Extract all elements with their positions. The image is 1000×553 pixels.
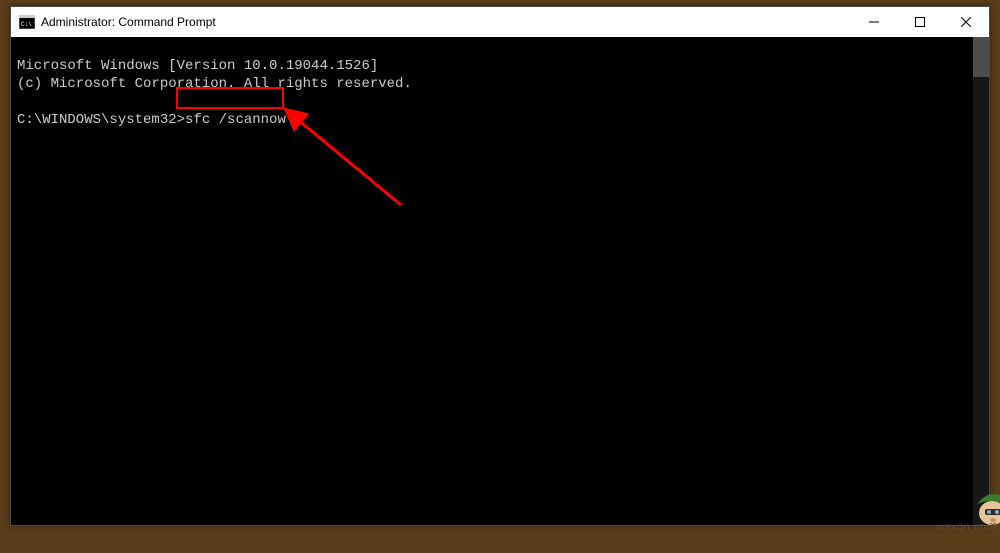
command-prompt-window: C:\ Administrator: Command Prompt Micros… — [10, 6, 990, 526]
terminal-line-version: Microsoft Windows [Version 10.0.19044.15… — [17, 58, 378, 74]
annotation-arrow — [281, 105, 411, 215]
mascot-icon — [921, 469, 963, 511]
scrollbar-thumb[interactable] — [973, 37, 989, 77]
window-controls — [851, 7, 989, 37]
minimize-button[interactable] — [851, 7, 897, 37]
close-button[interactable] — [943, 7, 989, 37]
vertical-scrollbar[interactable] — [973, 37, 989, 525]
titlebar[interactable]: C:\ Administrator: Command Prompt — [11, 7, 989, 37]
terminal-line-copyright: (c) Microsoft Corporation. All rights re… — [17, 76, 412, 92]
watermark-text: wsxdn.com — [936, 521, 996, 533]
terminal-content[interactable]: Microsoft Windows [Version 10.0.19044.15… — [11, 37, 989, 525]
svg-text:C:\: C:\ — [21, 21, 32, 28]
terminal-prompt: C:\WINDOWS\system32> — [17, 112, 185, 128]
cmd-icon: C:\ — [19, 15, 35, 29]
maximize-button[interactable] — [897, 7, 943, 37]
window-title: Administrator: Command Prompt — [41, 15, 216, 29]
terminal-command: sfc /scannow — [185, 112, 286, 128]
